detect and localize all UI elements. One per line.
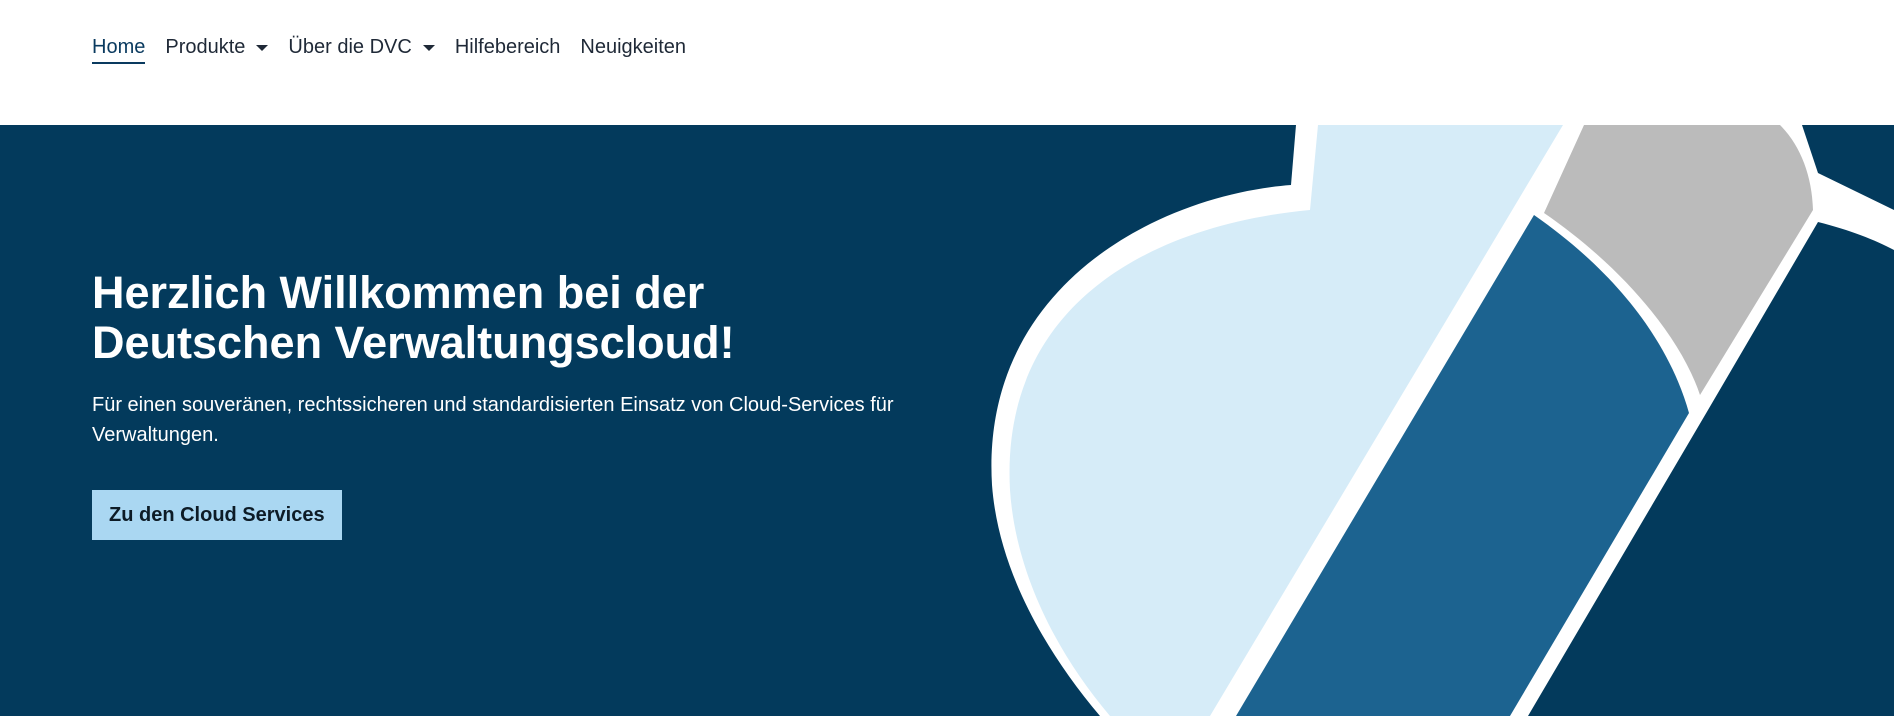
nav-item-produkte[interactable]: Produkte: [165, 32, 269, 62]
nav-item-ueber-die-dvc[interactable]: Über die DVC: [288, 32, 435, 62]
top-navigation: Home Produkte Über die DVC Hilfebereich …: [0, 0, 1894, 125]
main-menu: Home Produkte Über die DVC Hilfebereich …: [92, 32, 706, 64]
nav-item-hilfebereich[interactable]: Hilfebereich: [455, 32, 561, 62]
caret-down-icon: [256, 45, 269, 51]
hero-subtitle: Für einen souveränen, rechtssicheren und…: [92, 394, 894, 446]
caret-down-icon: [422, 45, 435, 51]
nav-item-home[interactable]: Home: [92, 32, 146, 64]
page: Home Produkte Über die DVC Hilfebereich …: [0, 0, 1894, 716]
nav-item-hilfebereich-label: Hilfebereich: [454, 35, 561, 58]
nav-item-home-label: Home: [92, 35, 146, 58]
hero-content: Herzlich Willkommen bei der Deutschen Ve…: [92, 268, 952, 540]
hero-banner: Herzlich Willkommen bei der Deutschen Ve…: [0, 125, 1894, 716]
nav-item-neuigkeiten[interactable]: Neuigkeiten: [580, 32, 686, 62]
nav-item-ueber-die-dvc-label: Über die DVC: [288, 35, 412, 58]
cloud-services-button[interactable]: Zu den Cloud Services: [92, 490, 342, 540]
nav-item-neuigkeiten-label: Neuigkeiten: [580, 35, 687, 58]
nav-item-produkte-label: Produkte: [165, 35, 246, 58]
hero-title: Herzlich Willkommen bei der Deutschen Ve…: [92, 267, 735, 368]
